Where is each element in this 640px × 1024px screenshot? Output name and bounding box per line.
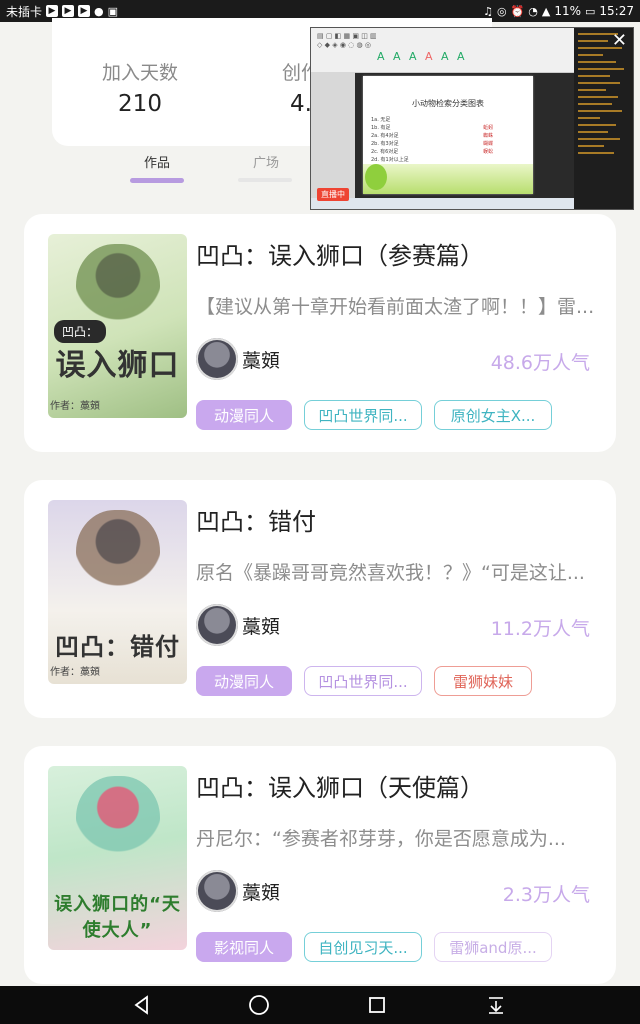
author-name[interactable]: 藁頞 [242, 612, 280, 639]
cover-title: 误入狮口 [55, 348, 180, 383]
notification-icon: ▶ [46, 5, 59, 17]
work-cover[interactable]: 误入狮口的“天使大人” [48, 766, 187, 950]
doc-row: 1a. 无足 [371, 117, 391, 123]
tag-chip[interactable]: 凹凸世界同... [304, 666, 422, 696]
cover-author: 作者：藁頞 [50, 667, 100, 678]
alarm-icon: ⏰ [510, 4, 525, 18]
doc-answer: 蝴蝶 [483, 141, 494, 147]
author-name[interactable]: 藁頞 [242, 878, 280, 905]
avatar[interactable] [196, 870, 238, 912]
doc-answer: 蜘蛛 [483, 133, 494, 139]
popularity-count: 2.3万人气 [502, 884, 590, 906]
recents-icon[interactable] [347, 986, 407, 1024]
doc-tree-illustration [365, 164, 387, 190]
doc-row: 1b. 有足 [371, 125, 391, 131]
gallery-icon: ▣ [107, 4, 119, 18]
doc-answer: 蚯蚓 [483, 125, 494, 131]
stat-label: 加入天数 [102, 62, 179, 84]
overlay-ribbon: ◇ ◆ ◈ ◉ ◌ ◍ ◎ [317, 41, 371, 49]
battery-icon: ▭ [585, 4, 596, 18]
doc-row: 2d. 有1对以上足 [371, 157, 409, 163]
stat-value: 210 [118, 91, 162, 117]
overlay-taskbar [311, 198, 574, 209]
overlay-doc-title: 小动物检索分类图表 [412, 99, 484, 108]
author-info[interactable]: 藁頞 [196, 604, 280, 646]
cover-title: 凹凸：错付 [55, 633, 180, 661]
style-icon: A [409, 50, 417, 63]
nfc-icon: ◎ [496, 4, 507, 18]
overlay-document: 小动物检索分类图表 1a. 无足 1b. 有足 2a. 有4对足 2b. 有3对… [363, 76, 533, 194]
tab-indicator [238, 178, 292, 182]
overlay-sidebar [311, 72, 355, 198]
work-description: 【建议从第十章开始看前面太渣了啊！！】雷... [196, 296, 595, 318]
overlay-code-panel [574, 28, 633, 209]
tag-chip[interactable]: 自创见习天... [304, 932, 422, 962]
avatar[interactable] [196, 604, 238, 646]
tab-works[interactable]: 作品 [144, 152, 170, 171]
avatar[interactable] [196, 338, 238, 380]
carrier-label: 未插卡 [6, 4, 43, 19]
notification-icon: ▶ [78, 5, 91, 17]
active-tab-indicator [130, 178, 184, 183]
tag-chip[interactable]: 影视同人 [196, 932, 292, 962]
work-card[interactable]: 凹凸： 误入狮口 作者：藁頞 凹凸：误入狮口（参赛篇） 【建议从第十章开始看前面… [24, 214, 616, 452]
close-icon[interactable]: ✕ [612, 30, 627, 51]
style-icon: A [393, 50, 401, 63]
tag-chip[interactable]: 雷狮and原... [434, 932, 552, 962]
doc-row: 2a. 有4对足 [371, 133, 399, 139]
work-title[interactable]: 凹凸：误入狮口（参赛篇） [196, 236, 484, 271]
tab-square[interactable]: 广场 [253, 152, 279, 171]
doc-grass-illustration [363, 164, 533, 194]
style-icon: A [425, 50, 433, 63]
home-icon[interactable] [229, 986, 289, 1024]
floating-video-window[interactable]: ▤ ▢ ◧ ▦ ▣ ◫ ▥ ◇ ◆ ◈ ◉ ◌ ◍ ◎ A A A A A A … [310, 27, 634, 210]
cover-character [76, 776, 160, 866]
work-cover[interactable]: 凹凸： 误入狮口 作者：藁頞 [48, 234, 187, 418]
tag-chip[interactable]: 动漫同人 [196, 400, 292, 430]
popularity-count: 48.6万人气 [490, 352, 590, 374]
work-title[interactable]: 凹凸：误入狮口（天使篇） [196, 768, 484, 803]
clock: 15:27 [599, 4, 634, 18]
headphones-icon: ♫ [483, 4, 493, 18]
cover-title: 误入狮口的“天使大人” [54, 894, 181, 941]
signal-icon: ▲ [541, 4, 551, 18]
tag-chip[interactable]: 凹凸世界同... [304, 400, 422, 430]
work-card[interactable]: 凹凸：错付 作者：藁頞 凹凸：错付 原名《暴躁哥哥竟然喜欢我！？》“可是这让..… [24, 480, 616, 718]
tag-list: 动漫同人 凹凸世界同... 原创女主X... [196, 400, 552, 430]
overlay-toolbar: ▤ ▢ ◧ ▦ ▣ ◫ ▥ ◇ ◆ ◈ ◉ ◌ ◍ ◎ A A A A A A [311, 28, 574, 73]
cover-character [76, 510, 160, 600]
doc-answer: 蜈蚣 [483, 149, 494, 155]
work-description: 原名《暴躁哥哥竟然喜欢我！？》“可是这让... [196, 562, 585, 584]
doc-row: 2c. 有6对足 [371, 149, 399, 155]
style-icon: A [457, 50, 465, 63]
live-badge: 直播中 [317, 188, 349, 201]
style-icon: A [377, 50, 385, 63]
tag-chip[interactable]: 雷狮妹妹 [434, 666, 532, 696]
style-icon: A [441, 50, 449, 63]
work-cover[interactable]: 凹凸：错付 作者：藁頞 [48, 500, 187, 684]
notification-pulldown-icon[interactable] [466, 986, 526, 1024]
doc-row: 2b. 有3对足 [371, 141, 399, 147]
tag-list: 动漫同人 凹凸世界同... 雷狮妹妹 [196, 666, 532, 696]
tag-chip[interactable]: 动漫同人 [196, 666, 292, 696]
system-nav-bar [0, 986, 640, 1024]
tag-list: 影视同人 自创见习天... 雷狮and原... [196, 932, 552, 962]
popularity-count: 11.2万人气 [490, 618, 590, 640]
stat-join-days: 加入天数 210 [102, 58, 178, 117]
author-info[interactable]: 藁頞 [196, 338, 280, 380]
work-title[interactable]: 凹凸：错付 [196, 502, 316, 537]
author-name[interactable]: 藁頞 [242, 346, 280, 373]
wifi-icon: ◔ [528, 4, 538, 18]
work-card[interactable]: 误入狮口的“天使大人” 凹凸：误入狮口（天使篇） 丹尼尔：“参赛者祁芽芽，你是否… [24, 746, 616, 984]
tag-chip[interactable]: 原创女主X... [434, 400, 552, 430]
notification-icon: ▶ [62, 5, 75, 17]
cover-author: 作者：藁頞 [50, 401, 100, 412]
author-info[interactable]: 藁頞 [196, 870, 280, 912]
overlay-menu: ▤ ▢ ◧ ▦ ▣ ◫ ▥ [317, 32, 377, 40]
work-description: 丹尼尔：“参赛者祁芽芽，你是否愿意成为... [196, 828, 566, 850]
back-icon[interactable] [112, 986, 172, 1024]
app-icon: ● [94, 4, 104, 18]
battery-percent: 11% [554, 4, 581, 18]
